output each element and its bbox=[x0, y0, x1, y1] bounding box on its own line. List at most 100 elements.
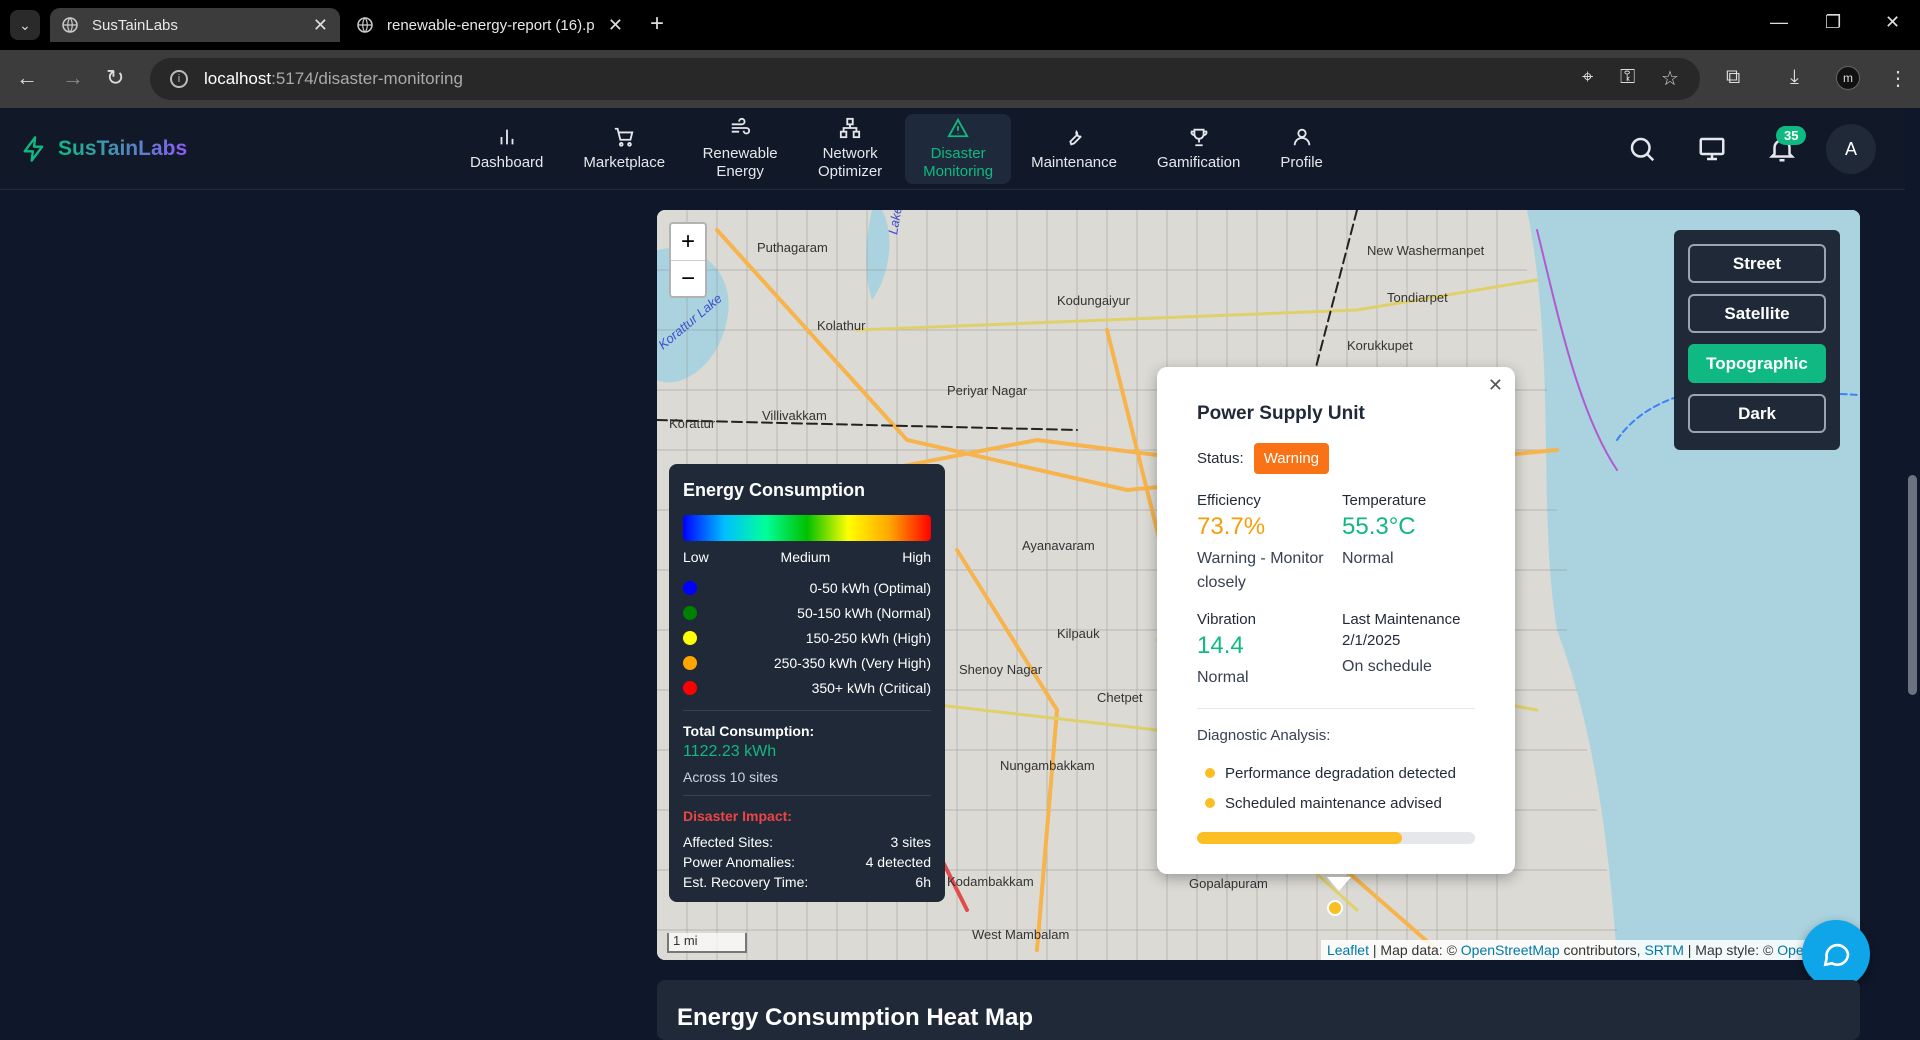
browser-tab-bar: ⌄ SusTainLabs ✕ renewable-energy-report … bbox=[0, 0, 1920, 50]
close-tab-icon[interactable]: ✕ bbox=[608, 15, 623, 36]
maintenance-note: On schedule bbox=[1342, 658, 1432, 675]
diagnostic-section: Diagnostic Analysis: Performance degrada… bbox=[1197, 708, 1475, 844]
cart-icon bbox=[615, 127, 634, 147]
back-icon[interactable]: ← bbox=[16, 66, 38, 90]
place-label: Ayanavaram bbox=[1022, 538, 1095, 553]
url-field[interactable]: i localhost:5174/disaster-monitoring bbox=[150, 58, 1700, 100]
legend-range-row: 150-250 kWh (High) bbox=[683, 625, 931, 650]
avatar[interactable]: A bbox=[1826, 124, 1876, 174]
layer-street-button[interactable]: Street bbox=[1688, 244, 1826, 283]
download-icon[interactable]: ⤓ bbox=[1790, 66, 1799, 89]
monitor-icon[interactable] bbox=[1697, 134, 1727, 164]
total-sites: Across 10 sites bbox=[683, 769, 778, 785]
place-label: Kodungaiyur bbox=[1057, 293, 1131, 308]
legend-range-row: 50-150 kWh (Normal) bbox=[683, 600, 931, 625]
url-host: localhost bbox=[204, 69, 272, 88]
tab-title: SusTainLabs bbox=[92, 16, 178, 34]
nav-disaster-monitoring[interactable]: Disaster Monitoring bbox=[905, 114, 1012, 184]
brand-name: SusTainLabs bbox=[58, 137, 188, 160]
place-label: West Mambalam bbox=[972, 927, 1069, 942]
wrench-icon bbox=[1069, 129, 1082, 146]
range-dot bbox=[683, 580, 697, 595]
attribution-text: contributors, bbox=[1559, 942, 1645, 958]
leaflet-link[interactable]: Leaflet bbox=[1327, 942, 1369, 958]
layer-topographic-button[interactable]: Topographic bbox=[1688, 344, 1826, 383]
map-view[interactable]: Puthagaram Kodungaiyur New Washermanpet … bbox=[657, 210, 1860, 960]
efficiency-label: Efficiency bbox=[1197, 492, 1261, 509]
nav-renewable-energy[interactable]: Renewable Energy bbox=[685, 114, 795, 184]
zoom-out-button[interactable]: − bbox=[671, 260, 705, 296]
nav-maintenance[interactable]: Maintenance bbox=[1011, 114, 1137, 184]
layer-satellite-button[interactable]: Satellite bbox=[1688, 294, 1826, 333]
site-info-icon[interactable]: i bbox=[170, 70, 188, 88]
layer-switcher: Street Satellite Topographic Dark bbox=[1674, 230, 1840, 450]
address-bar: ← → ↻ i localhost:5174/disaster-monitori… bbox=[0, 50, 1920, 108]
close-popup-icon[interactable]: ✕ bbox=[1488, 375, 1503, 396]
chat-button[interactable] bbox=[1802, 920, 1870, 988]
range-dot bbox=[683, 655, 697, 670]
gradient-medium-label: Medium bbox=[780, 549, 831, 565]
menu-kebab-icon[interactable]: ⋮ bbox=[1888, 66, 1908, 91]
browser-tab-active[interactable]: SusTainLabs ✕ bbox=[50, 8, 340, 42]
srtm-link[interactable]: SRTM bbox=[1644, 942, 1683, 958]
place-label: Puthagaram bbox=[757, 240, 828, 255]
site-marker[interactable] bbox=[1327, 900, 1343, 916]
reload-icon[interactable]: ↻ bbox=[106, 66, 124, 90]
nav-network-optimizer[interactable]: Network Optimizer bbox=[795, 114, 905, 184]
maintenance-date: 2/1/2025 bbox=[1342, 632, 1401, 649]
disaster-value: 3 sites bbox=[890, 834, 931, 850]
section-title: Energy Consumption Heat Map bbox=[677, 1004, 1034, 1031]
bar-chart-icon bbox=[500, 129, 514, 145]
gradient-high-label: High bbox=[902, 549, 931, 565]
range-label: 50-150 kWh (Normal) bbox=[797, 604, 931, 621]
place-label: Nungambakkam bbox=[1000, 758, 1095, 773]
heat-map-section: Energy Consumption Heat Map bbox=[657, 980, 1860, 1040]
nav-label: Network Optimizer bbox=[818, 145, 883, 180]
extensions-icon[interactable]: ⧉ bbox=[1726, 66, 1740, 89]
app-header: SusTainLabs Dashboard Marketplace Renewa… bbox=[0, 108, 1905, 190]
browser-tab[interactable]: renewable-energy-report (16).p ✕ bbox=[345, 8, 635, 42]
restore-icon[interactable]: ❐ bbox=[1825, 12, 1841, 33]
place-label: Tondiarpet bbox=[1387, 290, 1448, 305]
osm-link[interactable]: OpenStreetMap bbox=[1461, 942, 1560, 958]
bookmark-star-icon[interactable]: ☆ bbox=[1661, 66, 1679, 91]
zoom-in-button[interactable]: + bbox=[671, 224, 705, 260]
nav-label: Maintenance bbox=[1031, 154, 1117, 171]
diagnostic-text: Performance degradation detected bbox=[1225, 764, 1456, 782]
disaster-row: Est. Recovery Time: 6h bbox=[683, 872, 931, 892]
diagnostic-label: Diagnostic Analysis: bbox=[1197, 727, 1331, 744]
nav-gamification[interactable]: Gamification bbox=[1137, 114, 1260, 184]
brand-logo[interactable]: SusTainLabs bbox=[20, 135, 187, 163]
new-tab-icon[interactable]: + bbox=[650, 12, 664, 36]
search-icon[interactable] bbox=[1627, 134, 1657, 164]
minimize-icon[interactable]: — bbox=[1770, 12, 1788, 33]
nav-profile[interactable]: Profile bbox=[1260, 114, 1343, 184]
wind-icon bbox=[731, 117, 751, 135]
close-window-icon[interactable]: ✕ bbox=[1885, 12, 1900, 33]
close-tab-icon[interactable]: ✕ bbox=[313, 15, 328, 36]
chat-bubble-icon bbox=[1823, 943, 1850, 967]
location-icon[interactable]: ⌖ bbox=[1582, 66, 1593, 89]
power-supply-popup: ✕ Power Supply Unit Status: Warning Effi… bbox=[1157, 367, 1515, 874]
nav-marketplace[interactable]: Marketplace bbox=[563, 114, 685, 184]
scrollbar-thumb[interactable] bbox=[1908, 475, 1917, 695]
place-label: Chetpet bbox=[1097, 690, 1143, 705]
url-path: :5174/disaster-monitoring bbox=[271, 69, 463, 88]
place-label: Shenoy Nagar bbox=[959, 662, 1043, 677]
trophy-icon bbox=[1190, 128, 1208, 147]
layer-dark-button[interactable]: Dark bbox=[1688, 394, 1826, 433]
total-consumption-value: 1122.23 kWh bbox=[683, 743, 777, 760]
zoom-control: + − bbox=[669, 222, 707, 298]
nav-dashboard[interactable]: Dashboard bbox=[450, 114, 563, 184]
temperature-metric: Temperature 55.3°C Normal bbox=[1342, 492, 1475, 595]
key-icon[interactable]: ⚿ bbox=[1620, 66, 1635, 89]
profile-extension-icon[interactable]: m bbox=[1836, 66, 1860, 90]
network-icon bbox=[840, 117, 861, 139]
forward-icon[interactable]: → bbox=[62, 66, 84, 90]
status-label: Status: bbox=[1197, 450, 1244, 467]
gradient-low-label: Low bbox=[683, 549, 709, 565]
nav-label: Disaster Monitoring bbox=[923, 145, 994, 180]
popup-title: Power Supply Unit bbox=[1197, 403, 1365, 424]
tab-list-button[interactable]: ⌄ bbox=[10, 10, 40, 40]
total-consumption-label: Total Consumption: bbox=[683, 723, 815, 739]
